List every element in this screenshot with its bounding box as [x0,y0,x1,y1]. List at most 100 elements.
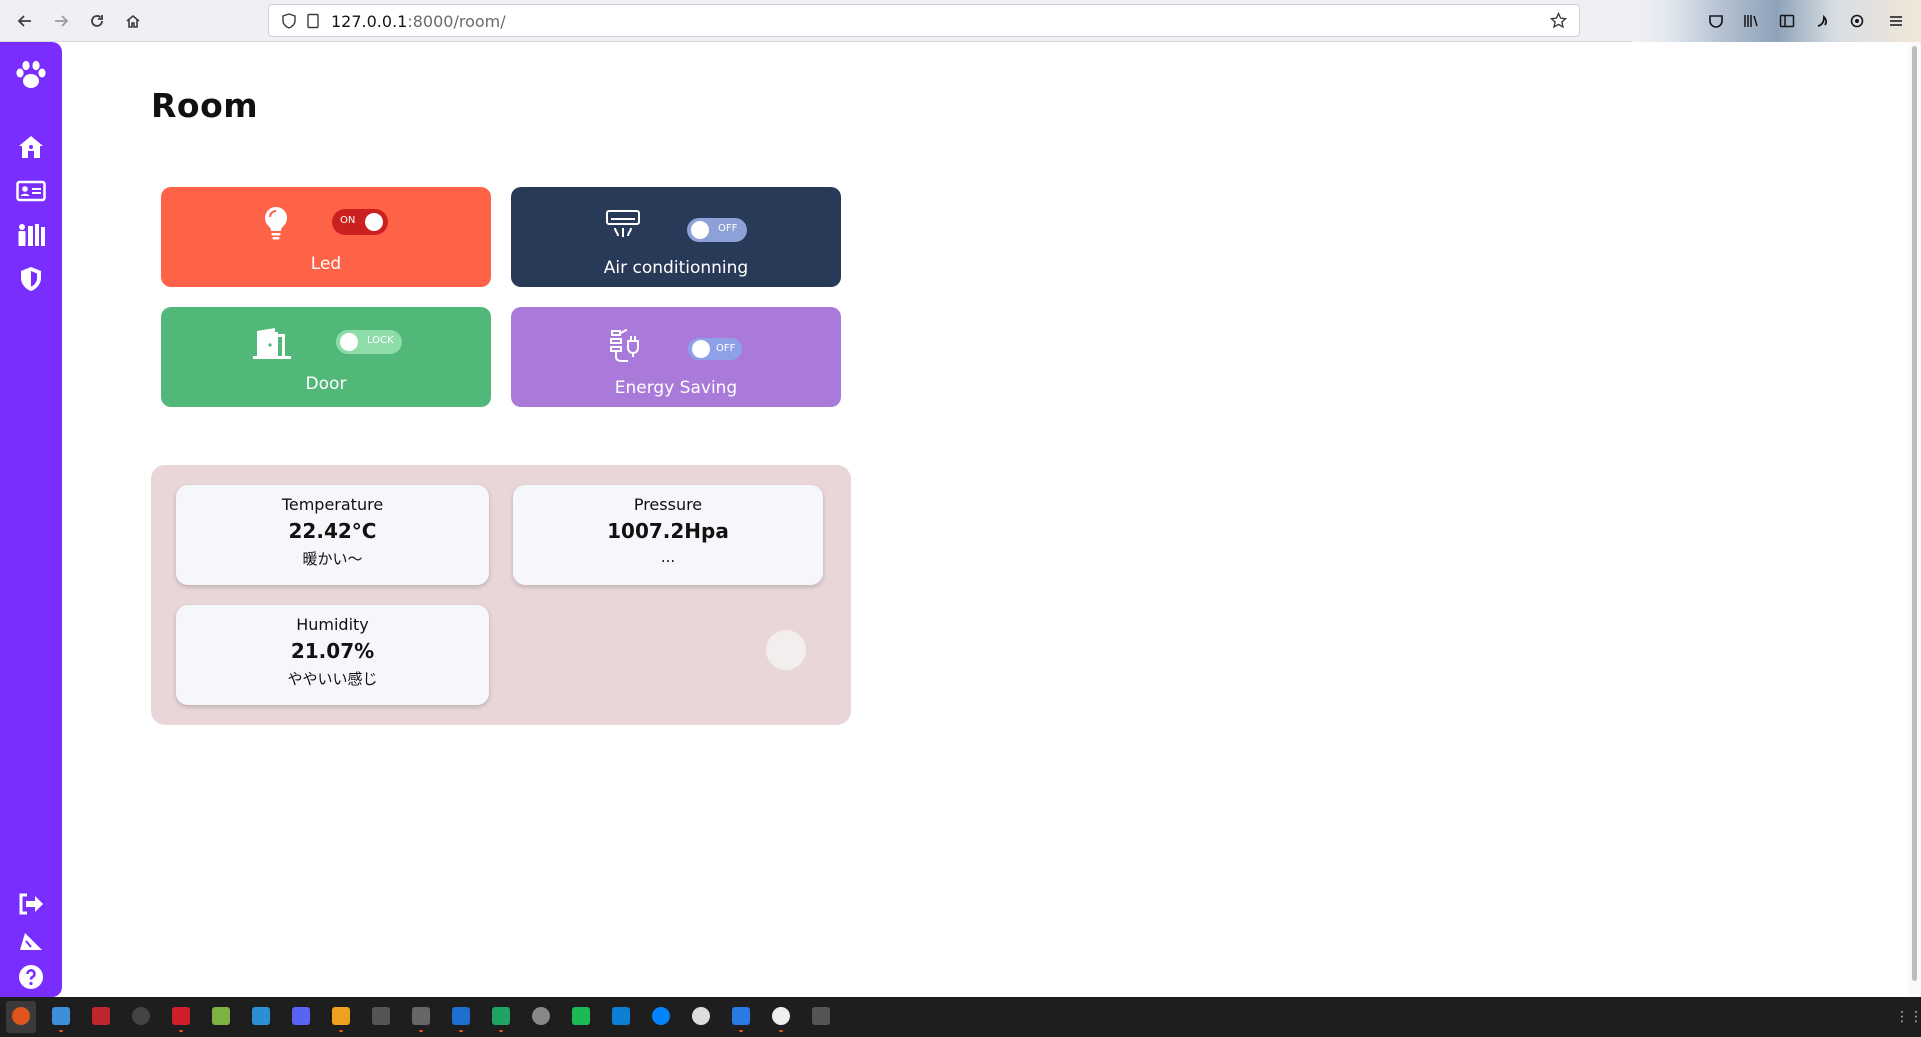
lightbulb-icon [260,205,292,241]
back-button[interactable] [12,9,38,33]
people-icon[interactable] [13,218,49,252]
house-icon[interactable] [13,130,49,164]
firefox-icon[interactable] [12,1007,30,1025]
url-bar[interactable]: 127.0.0.1:8000/room/ [268,4,1580,37]
url-text: 127.0.0.1:8000/room/ [331,12,506,31]
extension-icon[interactable] [1811,10,1833,32]
app-icon-blue-2[interactable] [452,1007,470,1025]
toggle-knob [340,333,358,351]
toggle-knob [365,213,383,231]
device-label: Energy Saving [614,378,738,398]
app-grid-icon[interactable]: ⋮⋮⋮ [1895,1009,1921,1025]
vscode-icon[interactable] [612,1007,630,1025]
running-indicator [419,1030,423,1032]
sensor-panel: Temperature 22.42°C 暖かい～ Pressure 1007.2… [151,465,851,725]
app-icon-blue[interactable] [252,1007,270,1025]
sensor-name: Pressure [633,495,703,514]
spotify-icon[interactable] [572,1007,590,1025]
toggle-state-label: OFF [718,223,738,234]
device-card-door: LOCK Door [161,307,491,407]
browser-toolbar: 127.0.0.1:8000/room/ [0,0,1921,42]
app-icon-white[interactable] [772,1007,790,1025]
device-card-led: ON Led [161,187,491,287]
pocket-icon[interactable] [1705,10,1727,32]
sensor-note: ... [660,548,676,566]
arrow-right-icon [55,15,69,27]
device-card-energy-saving: OFF Energy Saving [511,307,841,407]
sidebar [0,42,62,997]
led-toggle[interactable]: ON [332,209,388,235]
send-icon[interactable] [13,924,49,958]
device-label: Air conditionning [603,258,749,278]
device-card-air-conditioning: OFF Air conditionning [511,187,841,287]
page-title: Room [151,86,259,125]
home-button[interactable] [120,9,146,33]
sidebar-toggle-icon[interactable] [1776,10,1798,32]
files-icon[interactable] [52,1007,70,1025]
shield-icon[interactable] [13,262,49,296]
air-conditioning-toggle[interactable]: OFF [687,218,747,242]
help-icon[interactable] [13,960,49,994]
url-path: :8000/room/ [407,12,506,31]
sensor-card-pressure: Pressure 1007.2Hpa ... [513,485,823,585]
app-icon-red[interactable] [92,1007,110,1025]
terminal-icon[interactable] [412,1007,430,1025]
running-indicator [339,1030,343,1032]
paw-icon[interactable] [13,58,49,92]
sensor-value: 1007.2Hpa [607,519,729,543]
sensor-card-temperature: Temperature 22.42°C 暖かい～ [176,485,489,585]
reload-button[interactable] [84,9,110,33]
running-indicator [179,1030,183,1032]
chrome-icon[interactable] [692,1007,710,1025]
os-taskbar: ⋮⋮⋮ [0,997,1921,1037]
sensor-name: Humidity [296,615,369,634]
app-icon-green-2[interactable] [492,1007,510,1025]
running-indicator [779,1030,783,1032]
library-icon[interactable] [1740,10,1762,32]
reload-icon [91,15,103,27]
home-icon [126,14,140,28]
volume-icon[interactable] [372,1007,390,1025]
toggle-state-label: OFF [716,343,736,354]
logout-icon[interactable] [13,887,49,921]
app-icon-orange[interactable] [332,1007,350,1025]
arrow-left-icon [17,15,31,27]
sensor-value: 21.07% [290,639,375,663]
sensor-card-humidity: Humidity 21.07% ややいい感じ [176,605,489,705]
device-label: Door [305,374,347,394]
running-indicator [739,1030,743,1032]
running-indicator [499,1030,503,1032]
toggle-state-label: ON [340,215,356,226]
toggle-knob [691,221,709,239]
app-icon-blue-3[interactable] [732,1007,750,1025]
app-icon-green[interactable] [212,1007,230,1025]
air-conditioner-icon [605,208,641,242]
app-icon-dark[interactable] [132,1007,150,1025]
app-icon-red-2[interactable] [172,1007,190,1025]
extensions-puzzle-icon[interactable] [1846,10,1868,32]
url-host: 127.0.0.1 [331,12,408,31]
bookmark-star-icon[interactable] [1549,11,1568,33]
menu-hamburger-icon[interactable] [1885,10,1907,32]
toggle-state-label: LOCK [367,335,394,346]
discord-icon[interactable] [292,1007,310,1025]
running-indicator [459,1030,463,1032]
energy-saving-toggle[interactable]: OFF [688,338,742,360]
sensor-name: Temperature [281,495,384,514]
page-info-icon[interactable] [305,13,321,33]
sensor-note: 暖かい～ [302,550,363,568]
messenger-icon[interactable] [652,1007,670,1025]
page-scrollbar[interactable] [1908,42,1921,997]
door-lock-toggle[interactable]: LOCK [336,330,402,354]
forward-button[interactable] [48,9,74,33]
device-label: Led [310,254,342,274]
running-indicator [59,1030,63,1032]
app-icon-gray[interactable] [532,1007,550,1025]
refresh-dot-button[interactable] [766,630,806,670]
shield-icon [281,13,297,33]
toggle-knob [692,340,710,358]
app-icon-gray-2[interactable] [812,1007,830,1025]
sensor-value: 22.42°C [288,519,377,543]
id-card-icon[interactable] [13,174,49,208]
scrollbar-thumb[interactable] [1912,46,1917,981]
